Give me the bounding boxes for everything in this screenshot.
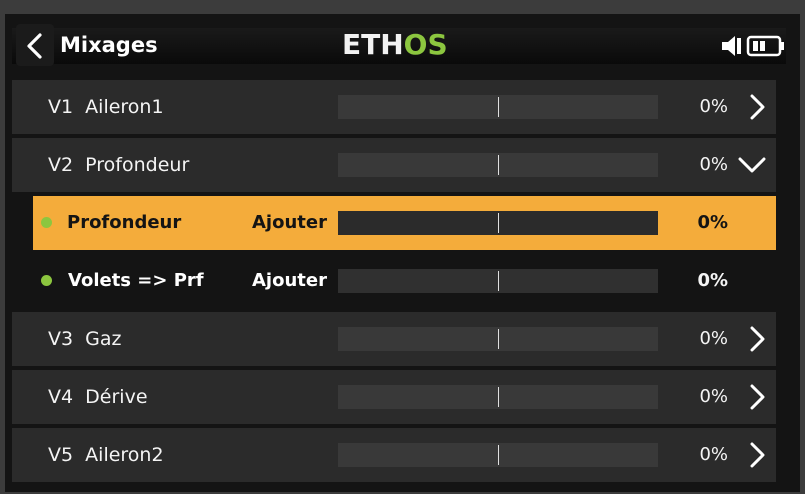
mix-label: V1 Aileron1: [48, 96, 164, 118]
status-dot: [41, 275, 52, 286]
mix-line-bar: [338, 269, 658, 293]
mix-line-label: Volets => Prf: [68, 270, 204, 291]
mix-value: 0%: [699, 386, 728, 407]
page-title: Mixages: [60, 33, 158, 57]
logo-main: ETH: [342, 28, 404, 61]
bar-center-mark: [498, 97, 499, 117]
mix-row-v5[interactable]: V5 Aileron2 0%: [12, 428, 776, 482]
bar-center-mark: [498, 271, 499, 291]
screen: Mixages ETHOS V1 Aileron1 0% V2 Profonde…: [0, 0, 805, 494]
mix-label: V4 Dérive: [48, 386, 148, 408]
mix-line-value: 0%: [697, 212, 728, 233]
mix-label: V2 Profondeur: [48, 154, 190, 176]
chevron-right-icon[interactable]: [746, 326, 768, 352]
speaker-mute-icon[interactable]: [720, 34, 744, 58]
chevron-right-icon[interactable]: [746, 94, 768, 120]
mix-output-bar: [338, 95, 658, 119]
mix-value: 0%: [699, 154, 728, 175]
mix-operation: Ajouter: [252, 212, 327, 233]
status-dot: [41, 217, 52, 228]
bar-center-mark: [498, 329, 499, 349]
bar-center-mark: [498, 155, 499, 175]
mix-line-bar: [338, 211, 658, 235]
mix-output-bar: [338, 153, 658, 177]
mix-label: V3 Gaz: [48, 328, 122, 350]
bar-center-mark: [498, 445, 499, 465]
mix-output-bar: [338, 327, 658, 351]
logo-accent: OS: [403, 28, 448, 61]
chevron-right-icon[interactable]: [746, 442, 768, 468]
mix-line-value: 0%: [697, 270, 728, 291]
bar-center-mark: [498, 213, 499, 233]
mix-label: V5 Aileron2: [48, 444, 164, 466]
back-icon: [27, 33, 42, 59]
mix-value: 0%: [699, 328, 728, 349]
bar-center-mark: [498, 387, 499, 407]
mix-output-bar: [338, 385, 658, 409]
mix-row-v1[interactable]: V1 Aileron1 0%: [12, 80, 776, 134]
back-button[interactable]: [16, 24, 54, 66]
mix-operation: Ajouter: [252, 270, 327, 291]
chevron-right-icon[interactable]: [746, 384, 768, 410]
mix-output-bar: [338, 443, 658, 467]
ethos-logo: ETHOS: [342, 30, 448, 60]
mix-value: 0%: [699, 96, 728, 117]
mix-line-volets[interactable]: Volets => Prf Ajouter 0%: [12, 254, 776, 308]
mix-line-profondeur[interactable]: Profondeur Ajouter 0%: [33, 196, 776, 250]
mix-value: 0%: [699, 444, 728, 465]
mix-row-v3[interactable]: V3 Gaz 0%: [12, 312, 776, 366]
battery-icon[interactable]: [746, 34, 786, 58]
mix-row-v4[interactable]: V4 Dérive 0%: [12, 370, 776, 424]
mix-row-v2[interactable]: V2 Profondeur 0%: [12, 138, 776, 192]
mix-line-label: Profondeur: [67, 212, 182, 233]
chevron-down-icon[interactable]: [738, 156, 766, 174]
